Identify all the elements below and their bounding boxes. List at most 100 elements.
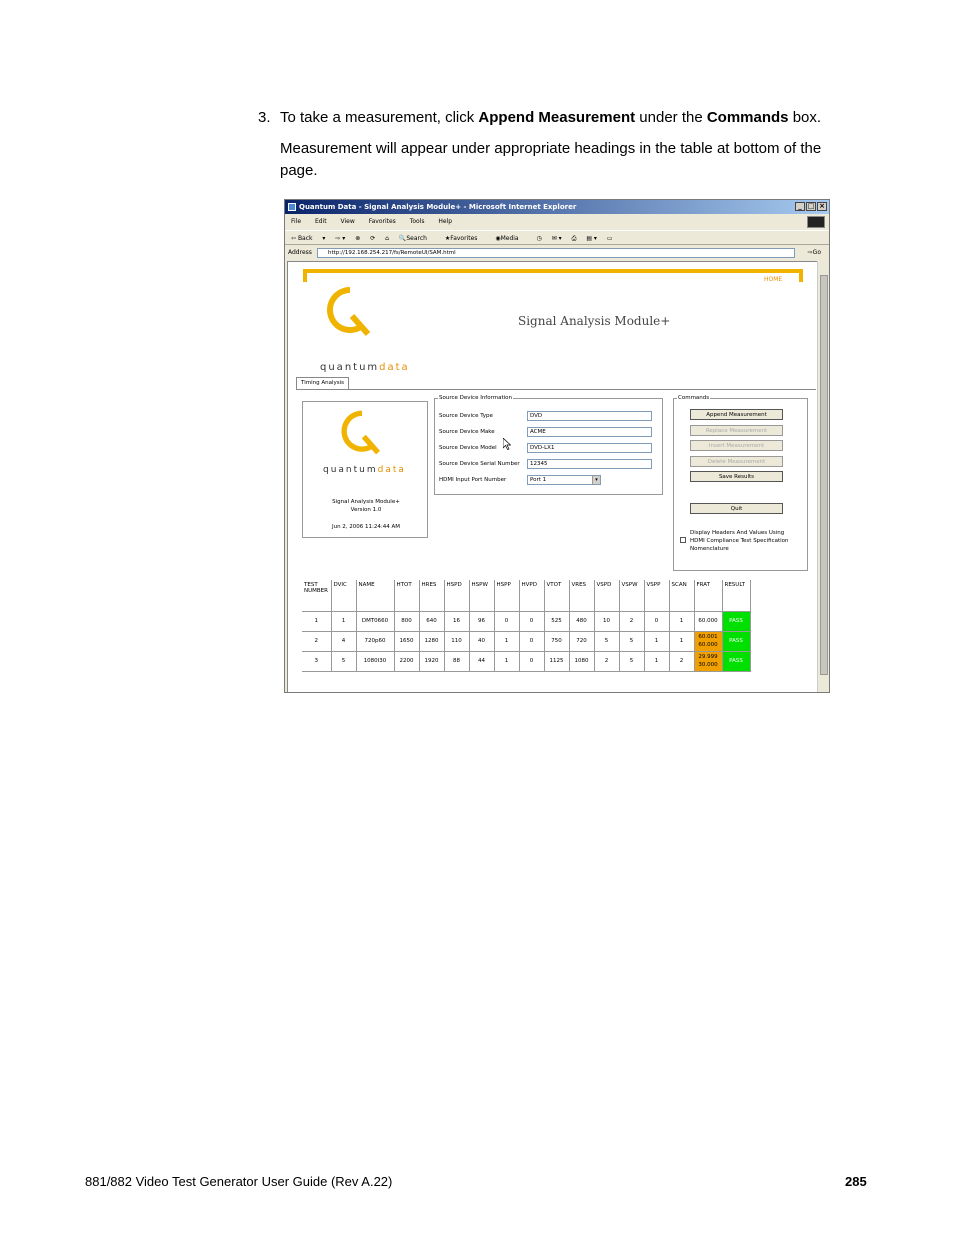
menu-bar: File Edit View Favorites Tools Help (285, 215, 829, 229)
address-label: Address (288, 249, 312, 256)
col-header: HRES (419, 580, 445, 612)
menu-tools[interactable]: Tools (410, 218, 425, 225)
favorites-button[interactable]: ★Favorites (445, 235, 486, 242)
col-header: HVPD (519, 580, 545, 612)
page-title: Signal Analysis Module+ (518, 314, 671, 328)
table-row: 2 4 720p60 1650 1280 110 40 1 0 750 720 … (302, 631, 751, 652)
back-button[interactable]: ⇦ Back ▾ (291, 235, 325, 242)
browser-screenshot: Quantum Data - Signal Analysis Module+ -… (284, 199, 830, 693)
commands-legend: Commands (678, 395, 710, 401)
mouse-cursor-icon (503, 438, 511, 450)
stop-icon[interactable]: ⊗ (355, 235, 360, 242)
commands-box: Commands Append Measurement Replace Meas… (673, 395, 808, 571)
windows-logo-icon (807, 216, 825, 228)
append-measurement-term: Append Measurement (478, 109, 636, 126)
col-header: RESULT (722, 580, 751, 612)
home-link[interactable]: HOME (764, 276, 782, 283)
page-number: 285 (845, 1174, 867, 1189)
table-header-row: TEST NUMBER DVIC NAME HTOT HRES HSPD HSP… (302, 580, 751, 612)
scrollbar-thumb[interactable] (820, 275, 828, 675)
status-badge: PASS (722, 631, 751, 652)
device-make-input[interactable]: ACME (527, 427, 652, 437)
media-button[interactable]: ◉Media (495, 235, 526, 242)
append-measurement-button[interactable]: Append Measurement (690, 409, 783, 420)
field-device-model: Source Device Model DVD-LX1 (439, 443, 659, 453)
product-version: Signal Analysis Module+ Version 1.0 (332, 499, 400, 513)
go-button[interactable]: ⇨Go (808, 246, 821, 260)
page-viewport: HOME quantumdata Signal Analysis Module+… (287, 261, 818, 692)
search-button[interactable]: 🔍Search (399, 235, 435, 242)
refresh-icon[interactable]: ⟳ (370, 235, 375, 242)
menu-favorites[interactable]: Favorites (369, 218, 396, 225)
window-titlebar: Quantum Data - Signal Analysis Module+ -… (285, 200, 829, 214)
header-frame (303, 269, 803, 282)
col-header: SCAN (669, 580, 695, 612)
window-title: Quantum Data - Signal Analysis Module+ -… (299, 203, 577, 211)
menu-help[interactable]: Help (438, 218, 452, 225)
footer-title: 881/882 Video Test Generator User Guide … (85, 1174, 393, 1189)
field-hdmi-port: HDMI Input Port Number Port 1 ▾ (439, 475, 659, 485)
q-logo-small-icon (341, 410, 381, 455)
device-model-input[interactable]: DVD-LX1 (527, 443, 652, 453)
quit-button[interactable]: Quit (690, 503, 783, 514)
chevron-down-icon[interactable]: ▾ (592, 476, 600, 484)
step-number: 3. (258, 109, 271, 126)
hdmi-port-select[interactable]: Port 1 ▾ (527, 475, 601, 485)
field-serial-number: Source Device Serial Number 12345 (439, 459, 659, 469)
close-icon[interactable]: × (817, 202, 827, 211)
tab-divider (296, 389, 816, 390)
col-header: VSPW (619, 580, 645, 612)
col-header: NAME (356, 580, 395, 612)
field-device-type: Source Device Type DVD (439, 411, 659, 421)
col-header: HTOT (394, 580, 420, 612)
source-device-info: Source Device Information Source Device … (434, 395, 663, 495)
menu-file[interactable]: File (291, 218, 301, 225)
step-description: Measurement will appear under appropriat… (280, 140, 822, 179)
nomenclature-label: Display Headers And Values Using HDMI Co… (690, 530, 789, 552)
col-header: VSPD (594, 580, 620, 612)
history-icon[interactable]: ◷ (537, 235, 542, 242)
address-bar: Address http://192.168.254.217/fs/Remote… (285, 246, 829, 260)
col-header: FRAT (694, 580, 723, 612)
col-header: HSPP (494, 580, 520, 612)
nomenclature-checkbox[interactable] (680, 537, 686, 543)
discuss-icon[interactable]: ▭ (607, 235, 613, 242)
vertical-scrollbar[interactable] (817, 261, 829, 692)
minimize-icon[interactable]: _ (795, 202, 805, 211)
menu-view[interactable]: View (341, 218, 355, 225)
frame-rate-warning: 60.001 60.000 (694, 631, 723, 652)
step-text: To take a measurement, click Append Meas… (280, 109, 822, 126)
home-icon[interactable]: ⌂ (385, 235, 389, 242)
col-header: TEST NUMBER (302, 580, 332, 612)
print-icon[interactable]: ⎙ (572, 235, 577, 242)
table-row: 3 5 1080I30 2200 1920 88 44 1 0 1125 108… (302, 651, 751, 672)
product-info-box: quantumdata Signal Analysis Module+ Versi… (302, 401, 428, 538)
device-type-input[interactable]: DVD (527, 411, 652, 421)
address-input[interactable]: http://192.168.254.217/fs/RemoteUI/SAM.h… (317, 248, 795, 258)
col-header: DVIC (331, 580, 357, 612)
col-header: HSPD (444, 580, 470, 612)
edit-icon[interactable]: ▤ ▾ (586, 235, 597, 242)
frame-rate-warning: 29.999 30.000 (694, 651, 723, 672)
save-results-button[interactable]: Save Results (690, 471, 783, 482)
replace-measurement-button[interactable]: Replace Measurement (690, 425, 783, 436)
tab-timing-analysis[interactable]: Timing Analysis (296, 377, 349, 389)
col-header: VTOT (544, 580, 570, 612)
serial-number-input[interactable]: 12345 (527, 459, 652, 469)
insert-measurement-button[interactable]: Insert Measurement (690, 440, 783, 451)
quantumdata-logo: quantumdata (302, 284, 408, 373)
col-header: VSPP (644, 580, 670, 612)
logo-wordmark-small: quantumdata (323, 465, 406, 475)
logo-wordmark: quantumdata (320, 362, 410, 373)
table-row: 1 1 DMT0660 800 640 16 96 0 0 525 480 10… (302, 611, 751, 632)
menu-edit[interactable]: Edit (315, 218, 327, 225)
col-header: HSPW (469, 580, 495, 612)
delete-measurement-button[interactable]: Delete Measurement (690, 456, 783, 467)
browser-toolbar: ⇦ Back ▾ ⇨ ▾ ⊗ ⟳ ⌂ 🔍Search ★Favorites ◉M… (285, 230, 829, 245)
mail-icon[interactable]: ✉ ▾ (552, 235, 562, 242)
forward-icon[interactable]: ⇨ ▾ (335, 235, 345, 242)
col-header: VRES (569, 580, 595, 612)
q-logo-icon (327, 287, 371, 336)
maximize-icon[interactable]: □ (806, 202, 816, 211)
field-device-make: Source Device Make ACME (439, 427, 659, 437)
